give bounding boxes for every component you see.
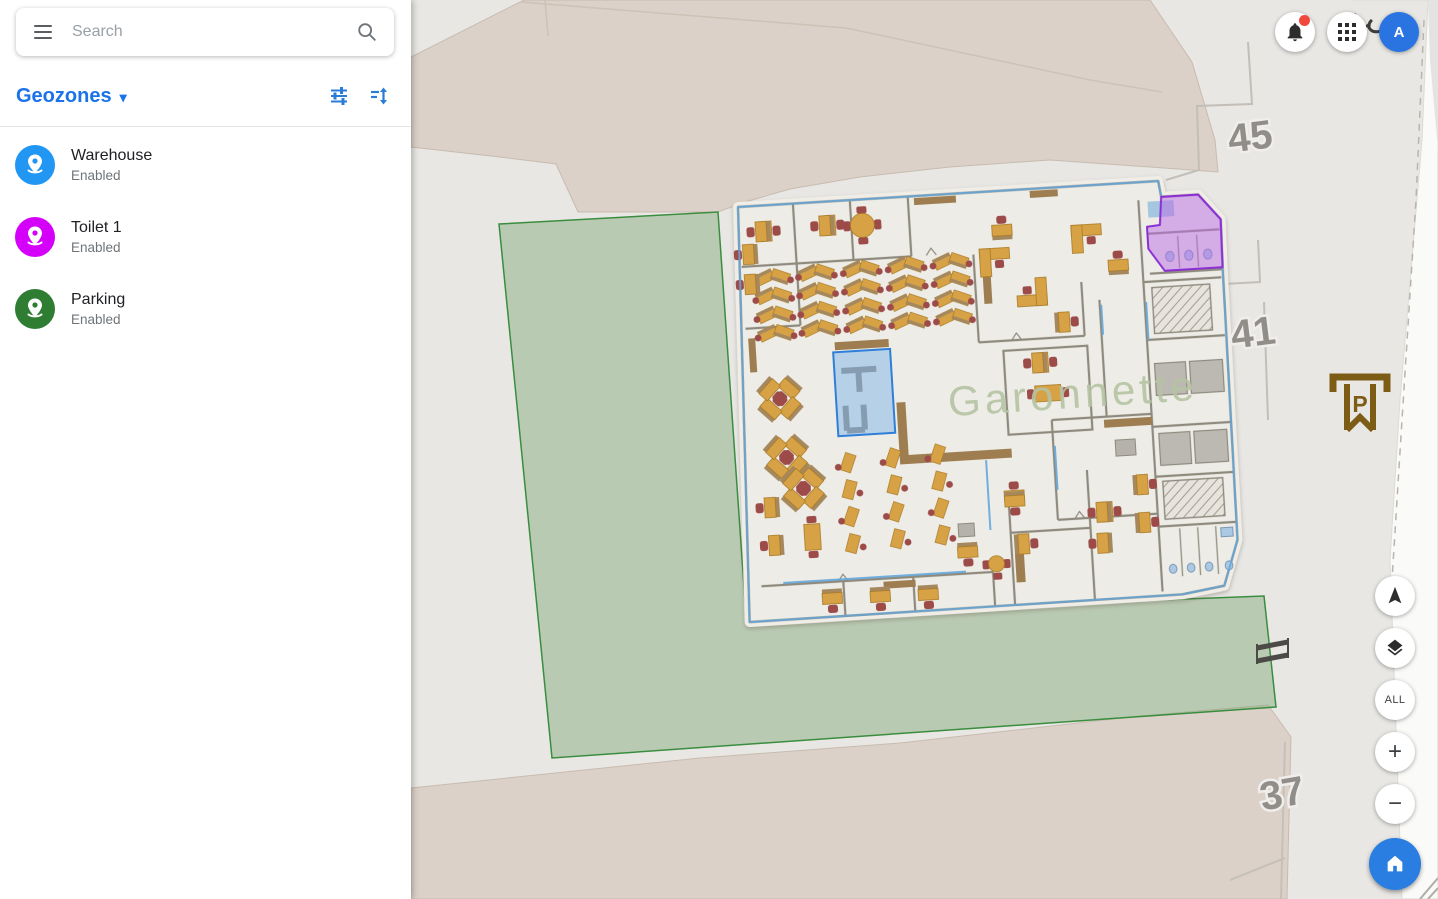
search-bar[interactable] [16, 8, 394, 56]
home-button[interactable] [1369, 838, 1421, 890]
page-title: Geozones [16, 85, 112, 108]
geozone-warehouse-polygon[interactable] [833, 349, 895, 436]
user-avatar-button[interactable]: A [1379, 12, 1419, 52]
parcel-number-41: 41 [1228, 308, 1278, 357]
layers-icon [1385, 638, 1405, 658]
sidebar: Geozones ▾ [0, 0, 411, 899]
geozone-name: Toilet 1 [71, 219, 122, 237]
layers-button[interactable] [1375, 628, 1415, 668]
svg-text:P: P [1352, 391, 1367, 417]
geozone-list-item-warehouse[interactable]: Warehouse Enabled [0, 129, 411, 201]
show-all-button[interactable]: ALL [1375, 680, 1415, 720]
geozone-status: Enabled [71, 312, 125, 327]
geozone-pin-icon [15, 217, 55, 257]
geozone-status: Enabled [71, 240, 122, 255]
apps-button[interactable] [1327, 12, 1367, 52]
navigation-arrow-icon [1384, 585, 1406, 607]
geozone-list-item-parking[interactable]: Parking Enabled [0, 273, 411, 345]
hamburger-menu-icon[interactable] [34, 20, 58, 44]
geozone-list-item-toilet-1[interactable]: Toilet 1 Enabled [0, 201, 411, 273]
zoom-out-button[interactable]: − [1375, 784, 1415, 824]
app-window: P 45 41 37 Garonnette [0, 0, 1438, 899]
compass-button[interactable] [1375, 576, 1415, 616]
geozone-pin-icon [15, 289, 55, 329]
plus-icon: + [1388, 740, 1402, 764]
sort-icon[interactable] [367, 84, 391, 108]
search-icon[interactable] [352, 17, 382, 47]
filter-tune-icon[interactable] [327, 84, 351, 108]
geozone-pin-icon [15, 145, 55, 185]
notification-dot [1299, 15, 1310, 26]
apps-grid-icon [1338, 23, 1356, 41]
minus-icon: − [1388, 792, 1402, 816]
geozone-status: Enabled [71, 168, 152, 183]
geozone-list: Warehouse Enabled Toilet 1 Enabled [0, 129, 411, 345]
geozone-name: Parking [71, 291, 125, 309]
parcel-number-37: 37 [1256, 768, 1307, 819]
geozones-dropdown[interactable]: Geozones ▾ [16, 85, 127, 108]
zoom-in-button[interactable]: + [1375, 732, 1415, 772]
geozones-header: Geozones ▾ [0, 66, 411, 127]
parcel-number-45: 45 [1225, 112, 1275, 161]
search-input[interactable] [70, 22, 352, 42]
geozone-name: Warehouse [71, 147, 152, 165]
notifications-button[interactable] [1275, 12, 1315, 52]
chevron-down-icon: ▾ [120, 90, 127, 104]
home-icon [1384, 853, 1406, 875]
